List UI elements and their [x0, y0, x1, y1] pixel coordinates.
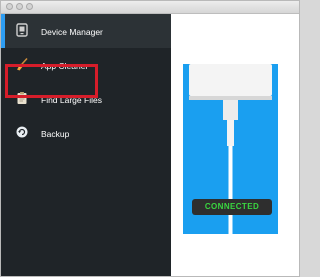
device-manager-icon	[16, 23, 28, 37]
minimize-window-button[interactable]	[16, 3, 23, 10]
app-window: Device Manager App Cleaner Find Large Fi…	[0, 0, 300, 277]
close-window-button[interactable]	[6, 3, 13, 10]
sidebar-item-label: Backup	[41, 129, 70, 139]
zoom-window-button[interactable]	[26, 3, 33, 10]
sidebar: Device Manager App Cleaner Find Large Fi…	[1, 14, 171, 276]
sidebar-item-label: Device Manager	[41, 27, 103, 37]
backup-icon	[16, 126, 28, 138]
main-content: CONNECTED	[171, 14, 299, 276]
highlight-annotation	[5, 64, 98, 98]
sidebar-item-device-manager[interactable]: Device Manager	[1, 14, 171, 48]
sidebar-item-backup[interactable]: Backup	[1, 116, 171, 150]
connection-status-badge: CONNECTED	[192, 199, 272, 215]
title-bar	[1, 1, 299, 14]
active-indicator	[1, 14, 5, 48]
